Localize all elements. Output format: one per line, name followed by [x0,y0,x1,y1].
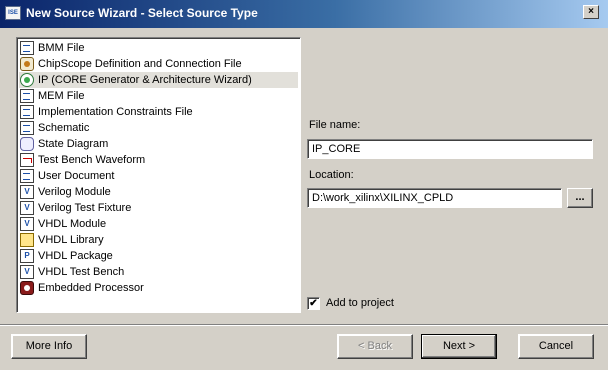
list-item[interactable]: V VHDL Module [19,216,298,232]
vhdl-module-icon: V [20,217,34,231]
list-item-label: VHDL Test Bench [38,266,125,278]
list-item[interactable]: BMM File [19,40,298,56]
ip-core-icon [20,73,34,87]
list-item[interactable]: IP (CORE Generator & Architecture Wizard… [19,72,298,88]
list-item-label: User Document [38,170,115,182]
doc-icon [20,89,34,103]
package-icon: P [20,249,34,263]
waveform-icon [20,153,34,167]
list-item[interactable]: Test Bench Waveform [19,152,298,168]
list-item[interactable]: V Verilog Module [19,184,298,200]
list-item-label: ChipScope Definition and Connection File [38,58,242,70]
list-item-label: BMM File [38,42,85,54]
checkmark-icon: ✔ [309,298,318,309]
file-name-input[interactable] [307,139,593,159]
back-button[interactable]: < Back [337,334,413,359]
list-item-label: Schematic [38,122,90,134]
new-source-wizard-window: ISE New Source Wizard - Select Source Ty… [0,0,608,370]
list-item-label: MEM File [38,90,85,102]
cancel-button[interactable]: Cancel [518,334,594,359]
add-to-project-label: Add to project [326,297,394,309]
more-info-button[interactable]: More Info [11,334,87,359]
window-title: New Source Wizard - Select Source Type [26,6,258,20]
location-label: Location: [309,169,354,181]
doc-icon [20,105,34,119]
list-item[interactable]: Schematic [19,120,298,136]
chipscope-icon [20,57,34,71]
file-name-label: File name: [309,119,361,131]
list-item-label: Test Bench Waveform [38,154,146,166]
list-item[interactable]: State Diagram [19,136,298,152]
next-button[interactable]: Next > [421,334,497,359]
list-item[interactable]: P VHDL Package [19,248,298,264]
schematic-icon [20,121,34,135]
list-item-label: Verilog Module [38,186,111,198]
list-item-label: Embedded Processor [38,282,144,294]
close-button[interactable]: × [583,5,599,19]
add-to-project-checkbox[interactable]: ✔ [307,297,320,310]
list-item[interactable]: ChipScope Definition and Connection File [19,56,298,72]
list-item[interactable]: Implementation Constraints File [19,104,298,120]
list-item-label: VHDL Module [38,218,107,230]
list-item[interactable]: V VHDL Test Bench [19,264,298,280]
state-diagram-icon [20,137,34,151]
list-item-label: Implementation Constraints File [38,106,193,118]
list-item[interactable]: Embedded Processor [19,280,298,296]
list-item[interactable]: User Document [19,168,298,184]
list-item-label: Verilog Test Fixture [38,202,132,214]
doc-icon [20,41,34,55]
location-input[interactable] [307,188,562,208]
processor-icon [20,281,34,295]
library-icon [20,233,34,247]
list-item-label: State Diagram [38,138,109,150]
list-item[interactable]: V Verilog Test Fixture [19,200,298,216]
list-item-label: VHDL Library [38,234,104,246]
list-item-label: IP (CORE Generator & Architecture Wizard… [38,74,252,86]
vhdl-testbench-icon: V [20,265,34,279]
ise-app-icon: ISE [5,6,21,20]
list-item[interactable]: MEM File [19,88,298,104]
title-bar[interactable]: ISE New Source Wizard - Select Source Ty… [0,0,608,28]
doc-icon [20,169,34,183]
verilog-fixture-icon: V [20,201,34,215]
verilog-module-icon: V [20,185,34,199]
footer-separator [0,324,608,326]
browse-location-button[interactable]: ... [567,188,593,208]
list-item-label: VHDL Package [38,250,113,262]
source-type-list[interactable]: BMM File ChipScope Definition and Connect… [16,37,301,313]
list-item[interactable]: VHDL Library [19,232,298,248]
